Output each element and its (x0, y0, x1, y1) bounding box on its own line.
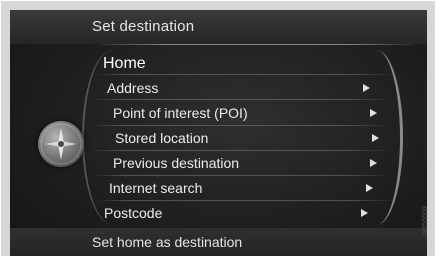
chevron-right-icon (366, 184, 373, 192)
chevron-right-icon (361, 209, 368, 217)
menu-item-address[interactable]: Address (107, 80, 158, 96)
menu-separator (92, 99, 392, 100)
figure-code: G050509 (422, 195, 444, 255)
footer-hint: Set home as destination (92, 234, 243, 250)
chevron-right-icon (372, 134, 379, 142)
menu-separator (90, 150, 390, 151)
menu-item-previous-destination[interactable]: Previous destination (113, 155, 239, 171)
menu-separator (96, 74, 396, 75)
chevron-right-icon (370, 159, 377, 167)
menu-item-home[interactable]: Home (103, 55, 146, 73)
chevron-right-icon (363, 84, 370, 92)
menu-item-poi[interactable]: Point of interest (POI) (113, 105, 248, 121)
footer-bar: Set home as destination (10, 228, 427, 256)
chevron-right-icon (370, 109, 377, 117)
menu-item-stored-location[interactable]: Stored location (115, 130, 208, 146)
screen-title: Set destination (92, 18, 195, 35)
figure-code-text: G050509 (421, 206, 429, 235)
navigation-compass-icon (38, 121, 84, 167)
menu-separator (92, 175, 392, 176)
header-divider (102, 44, 412, 45)
header-bar: Set destination (10, 10, 427, 44)
display-screen: Set destination Home Address Point of in… (10, 10, 427, 256)
menu-separator (90, 125, 390, 126)
menu-item-internet-search[interactable]: Internet search (109, 180, 202, 196)
menu-item-postcode[interactable]: Postcode (104, 205, 162, 221)
menu-separator (96, 200, 396, 201)
figure-frame: Set destination Home Address Point of in… (1, 1, 435, 256)
